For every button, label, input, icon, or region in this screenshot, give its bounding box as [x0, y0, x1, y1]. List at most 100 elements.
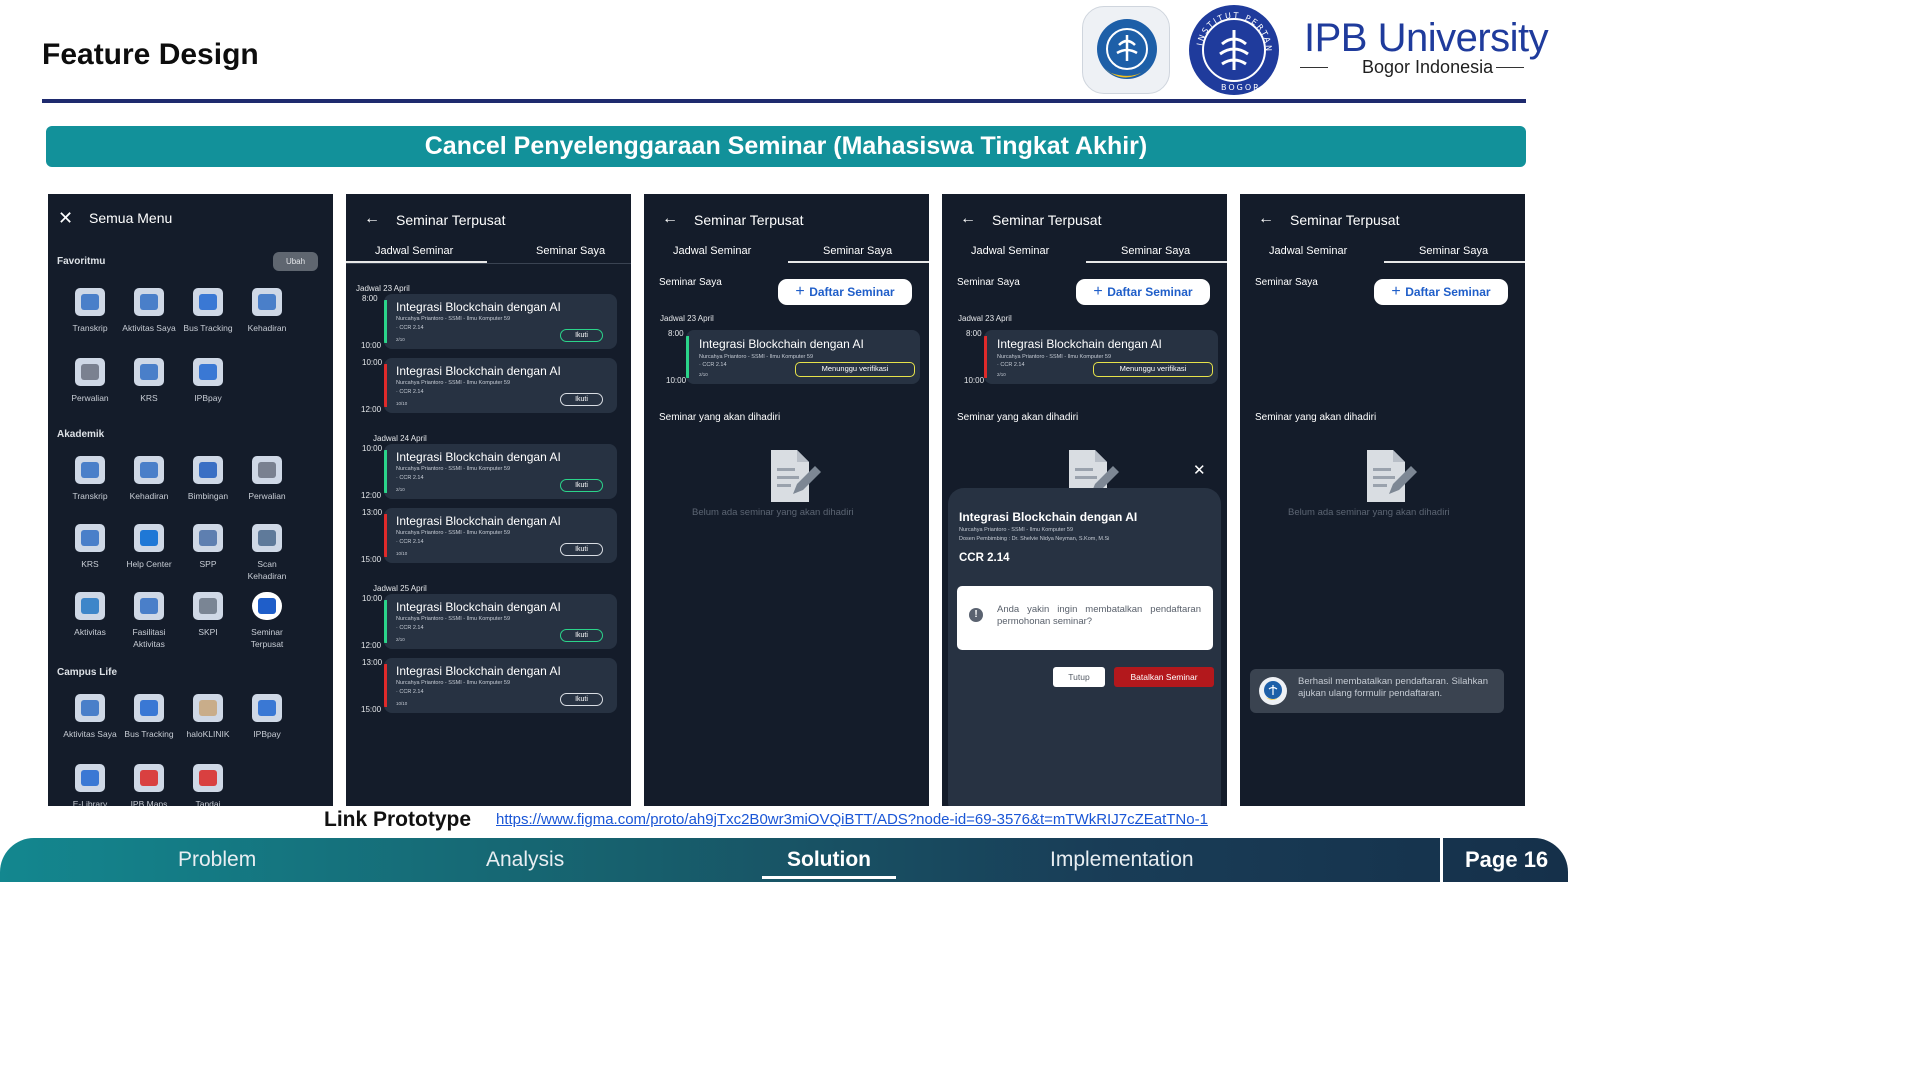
menu-item[interactable]: Help Center	[119, 524, 179, 584]
daftar-label: Daftar Seminar	[1107, 285, 1193, 299]
phone-icon	[134, 524, 164, 552]
menu-item[interactable]: Transkrip	[60, 288, 120, 348]
tab-seminar-saya[interactable]: Seminar Saya	[1121, 245, 1190, 257]
graduation-icon	[252, 456, 282, 484]
menu-item[interactable]: Seminar Terpusat	[237, 592, 297, 652]
ikuti-button[interactable]: Ikuti	[560, 693, 603, 706]
menu-label: Tandai	[195, 799, 221, 806]
prototype-link[interactable]: https://www.figma.com/proto/ah9jTxc2B0wr…	[496, 811, 1208, 828]
menu-label: Scan Kehadiran	[247, 559, 287, 581]
menu-item[interactable]: Fasilitasi Aktivitas	[119, 592, 179, 652]
menu-item[interactable]: Perwalian	[237, 456, 297, 516]
status-bar	[384, 664, 387, 707]
menu-item[interactable]: Perwalian	[60, 358, 120, 418]
seminar-card[interactable]: Integrasi Blockchain dengan AI Nurcahya P…	[384, 444, 617, 499]
section-favorit: Favoritmu	[57, 256, 106, 267]
bus-icon	[134, 694, 164, 722]
ikuti-button[interactable]: Ikuti	[560, 329, 603, 342]
menu-item[interactable]: IPBpay	[237, 694, 297, 754]
card-speaker: Nurcahya Priantoro - SSMI - Ilmu Kompute…	[396, 316, 511, 322]
page-title: Feature Design	[42, 38, 259, 71]
ikuti-button[interactable]: Ikuti	[560, 479, 603, 492]
seminar-card[interactable]: Integrasi Blockchain dengan AI Nurcahya P…	[384, 358, 617, 413]
menu-item[interactable]: IPBpay	[178, 358, 238, 418]
card-title: Integrasi Blockchain dengan AI	[396, 450, 561, 464]
time-start: 10:00	[362, 594, 383, 603]
daftar-seminar-button[interactable]: + Daftar Seminar	[1374, 279, 1508, 305]
menu-item[interactable]: Aktivitas Saya	[119, 288, 179, 348]
menu-item[interactable]: Aktivitas Saya	[60, 694, 120, 754]
tab-jadwal-seminar[interactable]: Jadwal Seminar	[1269, 245, 1347, 257]
ubah-button[interactable]: Ubah	[273, 252, 318, 271]
menu-item[interactable]: Bimbingan	[178, 456, 238, 516]
menu-label: Transkrip	[72, 323, 108, 333]
section-akademik: Akademik	[57, 429, 105, 440]
menu-item[interactable]: Tandai	[178, 764, 238, 806]
time-end: 10:00	[361, 341, 382, 350]
tab-jadwal-seminar[interactable]: Jadwal Seminar	[673, 245, 751, 257]
day-label: Jadwal 24 April	[373, 434, 427, 443]
menu-item[interactable]: IPB Maps	[119, 764, 179, 806]
ikuti-button[interactable]: Ikuti	[560, 393, 603, 406]
ikuti-button[interactable]: Ikuti	[560, 543, 603, 556]
menu-item[interactable]: Aktivitas	[60, 592, 120, 652]
ikuti-button[interactable]: Ikuti	[560, 629, 603, 642]
tab-seminar-saya[interactable]: Seminar Saya	[823, 245, 892, 257]
menu-item[interactable]: Transkrip	[60, 456, 120, 516]
menu-label: Kehadiran	[247, 323, 287, 333]
menu-item[interactable]: Bus Tracking	[119, 694, 179, 754]
menu-item[interactable]: SPP	[178, 524, 238, 584]
menu-item[interactable]: SKPI	[178, 592, 238, 652]
menu-label: E-Library	[72, 799, 108, 806]
close-icon[interactable]: ✕	[1193, 461, 1206, 479]
nav-analysis[interactable]: Analysis	[486, 848, 564, 872]
menu-item[interactable]: KRS	[119, 358, 179, 418]
tab-jadwal-seminar[interactable]: Jadwal Seminar	[971, 245, 1049, 257]
registered-seminar-card[interactable]: Integrasi Blockchain dengan AI Nurcahya …	[984, 330, 1218, 384]
menu-item[interactable]: Scan Kehadiran	[237, 524, 297, 584]
seminar-card[interactable]: Integrasi Blockchain dengan AI Nurcahya P…	[384, 658, 617, 713]
back-arrow-icon[interactable]: ←	[960, 210, 976, 228]
menu-label: SKPI	[198, 627, 218, 637]
tab-jadwal-seminar[interactable]: Jadwal Seminar	[375, 245, 453, 257]
status-bar	[384, 450, 387, 493]
tab-seminar-saya[interactable]: Seminar Saya	[536, 245, 605, 257]
icon-glyph	[81, 530, 99, 546]
seminar-card[interactable]: Integrasi Blockchain dengan AI Nurcahya P…	[384, 594, 617, 649]
nav-active-indicator	[762, 876, 896, 879]
close-icon[interactable]: ✕	[58, 208, 73, 229]
seminar-card[interactable]: Integrasi Blockchain dengan AI Nurcahya P…	[384, 294, 617, 349]
menu-item[interactable]: haloKLINIK	[178, 694, 238, 754]
tutup-button[interactable]: Tutup	[1053, 667, 1105, 687]
back-arrow-icon[interactable]: ←	[364, 210, 380, 228]
menu-item[interactable]: Bus Tracking	[178, 288, 238, 348]
daftar-seminar-button[interactable]: + Daftar Seminar	[778, 279, 912, 305]
icon-glyph	[258, 294, 276, 310]
nav-problem[interactable]: Problem	[178, 848, 256, 872]
tab-seminar-saya[interactable]: Seminar Saya	[1419, 245, 1488, 257]
daftar-seminar-button[interactable]: + Daftar Seminar	[1076, 279, 1210, 305]
menu-label: haloKLINIK	[186, 729, 230, 739]
menu-item[interactable]: Kehadiran	[237, 288, 297, 348]
icon-glyph	[140, 294, 158, 310]
back-arrow-icon[interactable]: ←	[1258, 210, 1274, 228]
attendance-icon	[134, 456, 164, 484]
seminar-card[interactable]: Integrasi Blockchain dengan AI Nurcahya P…	[384, 508, 617, 563]
akan-dihadiri-label: Seminar yang akan dihadiri	[957, 412, 1079, 423]
nav-implementation[interactable]: Implementation	[1050, 848, 1194, 872]
menu-item[interactable]: E-Library	[60, 764, 120, 806]
menu-item[interactable]: Kehadiran	[119, 456, 179, 516]
facility-icon	[134, 592, 164, 620]
card-count: 2/10	[997, 372, 1006, 377]
success-toast: Berhasil membatalkan pendaftaran. Silahk…	[1250, 669, 1504, 713]
tab-indicator	[1086, 261, 1227, 263]
card-speaker: Nurcahya Priantoro - SSMI - Ilmu Kompute…	[396, 680, 511, 686]
card-room-line: · CCR 2.14	[396, 689, 424, 695]
footer-divider	[1440, 838, 1443, 882]
menu-item[interactable]: KRS	[60, 524, 120, 584]
icon-glyph	[81, 462, 99, 478]
nav-solution[interactable]: Solution	[787, 848, 871, 872]
batalkan-seminar-button[interactable]: Batalkan Seminar	[1114, 667, 1214, 687]
back-arrow-icon[interactable]: ←	[662, 210, 678, 228]
registered-seminar-card[interactable]: Integrasi Blockchain dengan AI Nurcahya …	[686, 330, 920, 384]
